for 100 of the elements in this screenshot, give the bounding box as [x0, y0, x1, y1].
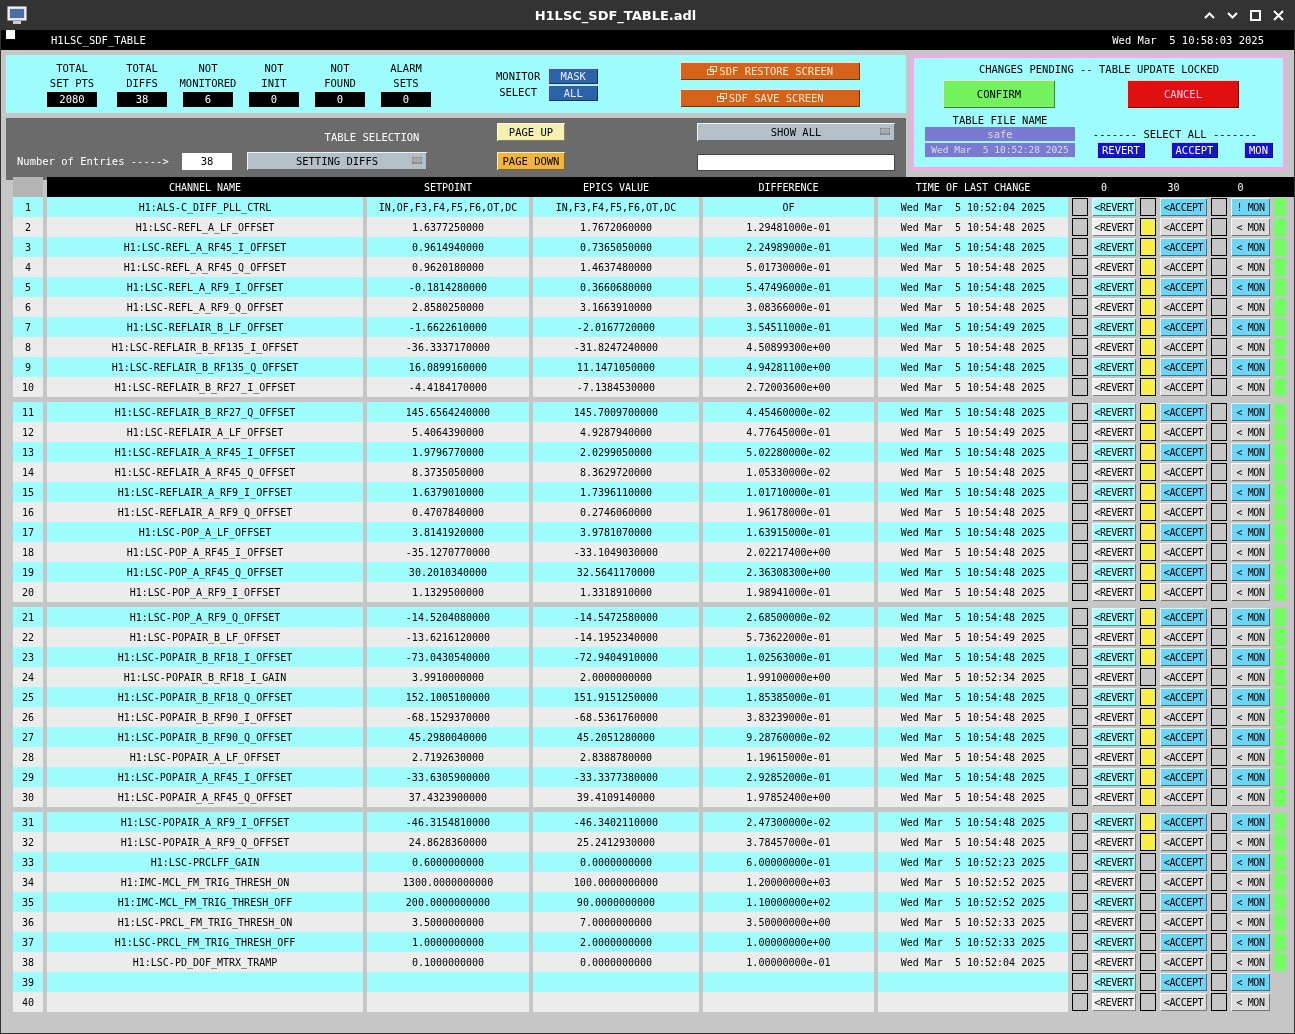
accept-button[interactable]: <ACCEPT: [1160, 238, 1207, 256]
accept-button[interactable]: <ACCEPT: [1160, 728, 1207, 746]
monitor-checkbox[interactable]: [1211, 953, 1227, 971]
monitor-checkbox[interactable]: [1211, 893, 1227, 911]
monitor-button[interactable]: < MON: [1231, 378, 1270, 396]
monitor-button[interactable]: < MON: [1231, 298, 1270, 316]
revert-checkbox[interactable]: [1072, 483, 1088, 501]
monitor-checkbox[interactable]: [1211, 338, 1227, 356]
monitor-checkbox[interactable]: [1211, 523, 1227, 541]
accept-checkbox[interactable]: [1140, 378, 1156, 396]
revert-button[interactable]: <REVERT: [1092, 503, 1136, 521]
monitor-checkbox[interactable]: [1211, 543, 1227, 561]
monitor-button[interactable]: < MON: [1231, 358, 1270, 376]
accept-checkbox[interactable]: [1140, 748, 1156, 766]
monitor-button[interactable]: < MON: [1231, 933, 1270, 951]
monitor-checkbox[interactable]: [1211, 608, 1227, 626]
revert-button[interactable]: <REVERT: [1092, 278, 1136, 296]
accept-button[interactable]: <ACCEPT: [1160, 278, 1207, 296]
monitor-checkbox[interactable]: [1211, 873, 1227, 891]
monitor-checkbox[interactable]: [1211, 913, 1227, 931]
monitor-button[interactable]: < MON: [1231, 628, 1270, 646]
accept-checkbox[interactable]: [1140, 318, 1156, 336]
accept-button[interactable]: <ACCEPT: [1160, 833, 1207, 851]
monitor-button[interactable]: < MON: [1231, 238, 1270, 256]
revert-checkbox[interactable]: [1072, 873, 1088, 891]
monitor-checkbox[interactable]: [1211, 258, 1227, 276]
accept-checkbox[interactable]: [1140, 543, 1156, 561]
revert-button[interactable]: <REVERT: [1092, 913, 1136, 931]
minimize-icon[interactable]: [1227, 10, 1238, 20]
revert-checkbox[interactable]: [1072, 788, 1088, 806]
monitor-button[interactable]: < MON: [1231, 648, 1270, 666]
monitor-checkbox[interactable]: [1211, 198, 1227, 216]
revert-button[interactable]: <REVERT: [1092, 238, 1136, 256]
revert-checkbox[interactable]: [1072, 768, 1088, 786]
revert-button[interactable]: <REVERT: [1092, 298, 1136, 316]
revert-button[interactable]: <REVERT: [1092, 708, 1136, 726]
accept-button[interactable]: <ACCEPT: [1160, 503, 1207, 521]
monitor-checkbox[interactable]: [1211, 788, 1227, 806]
accept-checkbox[interactable]: [1140, 768, 1156, 786]
monitor-checkbox[interactable]: [1211, 218, 1227, 236]
cancel-button[interactable]: CANCEL: [1127, 80, 1239, 108]
monitor-checkbox[interactable]: [1211, 668, 1227, 686]
monitor-button[interactable]: < MON: [1231, 893, 1270, 911]
revert-checkbox[interactable]: [1072, 913, 1088, 931]
accept-button[interactable]: <ACCEPT: [1160, 563, 1207, 581]
accept-checkbox[interactable]: [1140, 708, 1156, 726]
revert-checkbox[interactable]: [1072, 583, 1088, 601]
revert-button[interactable]: <REVERT: [1092, 688, 1136, 706]
accept-button[interactable]: <ACCEPT: [1160, 853, 1207, 871]
revert-button[interactable]: <REVERT: [1092, 338, 1136, 356]
revert-checkbox[interactable]: [1072, 198, 1088, 216]
revert-checkbox[interactable]: [1072, 423, 1088, 441]
revert-button[interactable]: <REVERT: [1092, 358, 1136, 376]
accept-button[interactable]: <ACCEPT: [1160, 933, 1207, 951]
accept-checkbox[interactable]: [1140, 853, 1156, 871]
accept-checkbox[interactable]: [1140, 688, 1156, 706]
accept-button[interactable]: <ACCEPT: [1160, 403, 1207, 421]
accept-button[interactable]: <ACCEPT: [1160, 523, 1207, 541]
accept-checkbox[interactable]: [1140, 358, 1156, 376]
accept-checkbox[interactable]: [1140, 608, 1156, 626]
monitor-button[interactable]: < MON: [1231, 973, 1270, 991]
revert-checkbox[interactable]: [1072, 443, 1088, 461]
monitor-button[interactable]: < MON: [1231, 218, 1270, 236]
revert-button[interactable]: <REVERT: [1092, 788, 1136, 806]
monitor-button[interactable]: ! MON: [1231, 198, 1270, 216]
revert-button[interactable]: <REVERT: [1092, 873, 1136, 891]
accept-checkbox[interactable]: [1140, 628, 1156, 646]
monitor-button[interactable]: < MON: [1231, 768, 1270, 786]
chevron-up-icon[interactable]: [1204, 10, 1215, 20]
accept-button[interactable]: <ACCEPT: [1160, 813, 1207, 831]
monitor-checkbox[interactable]: [1211, 708, 1227, 726]
revert-checkbox[interactable]: [1072, 953, 1088, 971]
monitor-checkbox[interactable]: [1211, 278, 1227, 296]
accept-button[interactable]: <ACCEPT: [1160, 688, 1207, 706]
revert-button[interactable]: <REVERT: [1092, 953, 1136, 971]
accept-checkbox[interactable]: [1140, 788, 1156, 806]
accept-button[interactable]: <ACCEPT: [1160, 748, 1207, 766]
accept-button[interactable]: <ACCEPT: [1160, 768, 1207, 786]
accept-button[interactable]: <ACCEPT: [1160, 463, 1207, 481]
monitor-button[interactable]: < MON: [1231, 668, 1270, 686]
revert-button[interactable]: <REVERT: [1092, 813, 1136, 831]
accept-checkbox[interactable]: [1140, 833, 1156, 851]
confirm-button[interactable]: CONFIRM: [943, 80, 1055, 108]
accept-checkbox[interactable]: [1140, 563, 1156, 581]
accept-button[interactable]: <ACCEPT: [1160, 608, 1207, 626]
monitor-checkbox[interactable]: [1211, 583, 1227, 601]
monitor-checkbox[interactable]: [1211, 993, 1227, 1011]
monitor-button[interactable]: < MON: [1231, 583, 1270, 601]
accept-checkbox[interactable]: [1140, 278, 1156, 296]
revert-checkbox[interactable]: [1072, 403, 1088, 421]
accept-button[interactable]: <ACCEPT: [1160, 953, 1207, 971]
monitor-button[interactable]: < MON: [1231, 443, 1270, 461]
accept-button[interactable]: <ACCEPT: [1160, 628, 1207, 646]
monitor-button[interactable]: < MON: [1231, 853, 1270, 871]
revert-checkbox[interactable]: [1072, 853, 1088, 871]
monitor-checkbox[interactable]: [1211, 298, 1227, 316]
accept-checkbox[interactable]: [1140, 893, 1156, 911]
revert-button[interactable]: <REVERT: [1092, 993, 1136, 1011]
monitor-button[interactable]: < MON: [1231, 403, 1270, 421]
monitor-button[interactable]: < MON: [1231, 423, 1270, 441]
